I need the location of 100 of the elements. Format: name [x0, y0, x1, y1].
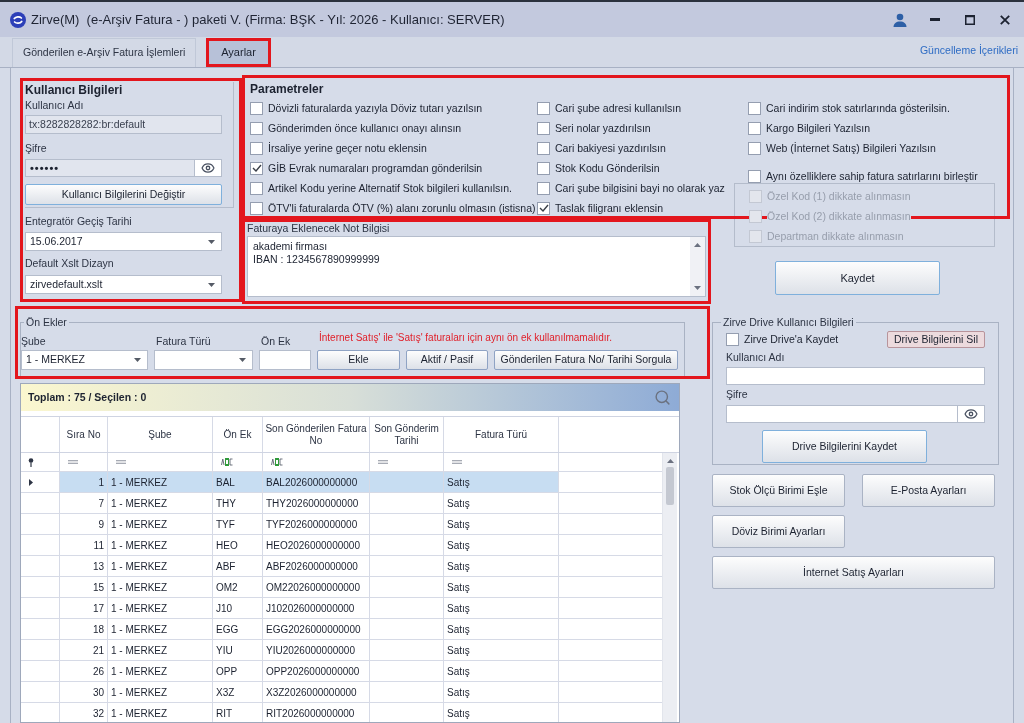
- table-row[interactable]: 26 1 - MERKEZ OPP OPP2026000000000 Satış: [21, 661, 662, 682]
- column-header[interactable]: Şube: [108, 417, 213, 452]
- prefix-input[interactable]: [259, 350, 311, 370]
- checkbox[interactable]: [726, 332, 739, 346]
- column-header[interactable]: Son Gönderilen Fatura No: [263, 417, 370, 452]
- table-cell-text: BAL: [216, 475, 235, 490]
- prefix-action-button[interactable]: Ekle: [317, 350, 400, 370]
- checkbox-label: Özel Kod (2) dikkate alınmasın: [767, 209, 911, 223]
- equals-icon[interactable]: [68, 460, 78, 464]
- checkbox[interactable]: [250, 101, 263, 115]
- save-button[interactable]: Kaydet: [775, 261, 940, 295]
- group-title: Ön Ekler: [25, 316, 68, 328]
- dropdown-caret-icon: [208, 239, 215, 244]
- table-row[interactable]: 1 1 - MERKEZ BAL BAL2026000000000 Satış: [21, 472, 662, 493]
- table-row[interactable]: 17 1 - MERKEZ J10 J102026000000000 Satış: [21, 598, 662, 619]
- table-row[interactable]: 30 1 - MERKEZ X3Z X3Z2026000000000 Satış: [21, 682, 662, 703]
- checkbox[interactable]: [748, 121, 761, 135]
- scroll-up-icon[interactable]: [694, 243, 701, 247]
- settings-button[interactable]: Stok Ölçü Birimi Eşle: [712, 474, 845, 507]
- scroll-up-icon[interactable]: [666, 459, 674, 463]
- app-logo-icon: [10, 11, 26, 28]
- scrollbar[interactable]: [662, 453, 677, 722]
- table-cell-text: THY: [216, 496, 236, 511]
- drive-save-button[interactable]: Drive Bilgilerini Kaydet: [762, 430, 927, 463]
- table-cell-text: 17: [92, 601, 104, 616]
- equals-icon[interactable]: [452, 460, 462, 464]
- table-cell-text: Satış: [447, 580, 470, 595]
- checkbox[interactable]: [537, 201, 550, 215]
- checkbox-label: ÖTV'li faturalarda ÖTV (%) alanı zorunlu olmasın (istisna): [268, 201, 536, 215]
- drive-password-field[interactable]: [726, 405, 958, 423]
- checkbox[interactable]: [250, 121, 263, 135]
- prefix-action-button[interactable]: Gönderilen Fatura No/ Tarihi Sorgula: [494, 350, 678, 370]
- table-row[interactable]: 21 1 - MERKEZ YIU YIU2026000000000 Satış: [21, 640, 662, 661]
- checkbox[interactable]: [537, 161, 550, 175]
- table-cell-text: J102026000000000: [266, 601, 355, 616]
- settings-button[interactable]: E-Posta Ayarları: [862, 474, 995, 507]
- scrollbar-thumb[interactable]: [666, 467, 674, 505]
- checkbox[interactable]: [537, 181, 550, 195]
- change-user-button[interactable]: Kullanıcı Bilgilerini Değiştir: [25, 184, 222, 205]
- settings-button[interactable]: Döviz Birimi Ayarları: [712, 515, 845, 548]
- prefix-action-button[interactable]: Aktif / Pasif: [406, 350, 488, 370]
- table-cell-text: TYF2026000000000: [266, 517, 358, 532]
- dropdown[interactable]: 15.06.2017: [25, 232, 222, 251]
- table-row[interactable]: 13 1 - MERKEZ ABF ABF2026000000000 Satış: [21, 556, 662, 577]
- checkbox[interactable]: [250, 141, 263, 155]
- field-label: Entegratör Geçiş Tarihi: [25, 215, 133, 228]
- show-password-button[interactable]: [958, 405, 985, 423]
- text-filter-icon[interactable]: [271, 458, 283, 466]
- table-row[interactable]: 9 1 - MERKEZ TYF TYF2026000000000 Satış: [21, 514, 662, 535]
- checkbox[interactable]: [250, 201, 263, 215]
- checkbox-label: Zirve Drive'a Kaydet: [744, 332, 839, 346]
- column-header[interactable]: Son Gönderim Tarihi: [370, 417, 444, 452]
- checkbox[interactable]: [537, 101, 550, 115]
- grid-summary: Toplam : 75 / Seçilen : 0: [28, 389, 147, 405]
- search-icon[interactable]: [654, 389, 671, 406]
- delete-drive-button[interactable]: Drive Bilgilerini Sil: [886, 330, 985, 348]
- column-header[interactable]: Sıra No: [60, 417, 108, 452]
- checkbox[interactable]: [748, 141, 761, 155]
- scrollbar[interactable]: [690, 237, 705, 296]
- drive-username-field[interactable]: [726, 367, 985, 385]
- tab[interactable]: Ayarlar: [206, 38, 271, 67]
- checkbox-label: GİB Evrak numaraları programdan gönderilsin: [268, 161, 483, 175]
- password-field[interactable]: ••••••: [25, 159, 195, 177]
- table-row[interactable]: 7 1 - MERKEZ THY THY2026000000000 Satış: [21, 493, 662, 514]
- checkbox[interactable]: [748, 169, 761, 183]
- table-row[interactable]: 32 1 - MERKEZ RIT RIT2026000000000 Satış: [21, 703, 662, 722]
- table-row[interactable]: 15 1 - MERKEZ OM2 OM22026000000000 Satış: [21, 577, 662, 598]
- column-header[interactable]: Fatura Türü: [444, 417, 559, 452]
- equals-icon[interactable]: [116, 460, 126, 464]
- text-filter-icon[interactable]: [221, 458, 233, 466]
- equals-icon[interactable]: [378, 460, 388, 464]
- table-cell-text: EGG: [216, 622, 239, 637]
- table-cell-text: Satış: [447, 538, 470, 553]
- checkbox[interactable]: [748, 101, 761, 115]
- show-password-button[interactable]: [195, 159, 222, 177]
- table-cell-text: Satış: [447, 664, 470, 679]
- dropdown[interactable]: zirvedefault.xslt: [25, 275, 222, 294]
- note-field[interactable]: akademi firması IBAN : 1234567890999999: [247, 236, 706, 297]
- username-field[interactable]: tx:8282828282:br:default: [25, 115, 222, 134]
- eye-icon: [201, 161, 215, 175]
- table-cell-text: Satış: [447, 622, 470, 637]
- table-cell-text: J10: [216, 601, 233, 616]
- checkbox[interactable]: [250, 181, 263, 195]
- dropdown[interactable]: [154, 350, 253, 370]
- pin-icon[interactable]: [28, 457, 34, 467]
- checkbox[interactable]: [537, 121, 550, 135]
- table-row[interactable]: 18 1 - MERKEZ EGG EGG2026000000000 Satış: [21, 619, 662, 640]
- checkbox-label: Cari şube adresi kullanılsın: [555, 101, 682, 115]
- maximize-icon: [964, 14, 975, 25]
- table-cell-text: X3Z: [216, 685, 235, 700]
- update-contents-link[interactable]: Güncelleme İçerikleri: [919, 43, 1018, 59]
- column-header[interactable]: Ön Ek: [213, 417, 263, 452]
- settings-button[interactable]: İnternet Satış Ayarları: [712, 556, 995, 589]
- dropdown[interactable]: 1 - MERKEZ: [21, 350, 148, 370]
- checkbox[interactable]: [537, 141, 550, 155]
- table-cell-text: 1 - MERKEZ: [111, 538, 168, 553]
- checkbox[interactable]: [250, 161, 263, 175]
- table-row[interactable]: 11 1 - MERKEZ HEO HEO2026000000000 Satış: [21, 535, 662, 556]
- scroll-down-icon[interactable]: [694, 286, 701, 290]
- tab[interactable]: Gönderilen e-Arşiv Fatura İşlemleri: [12, 38, 197, 67]
